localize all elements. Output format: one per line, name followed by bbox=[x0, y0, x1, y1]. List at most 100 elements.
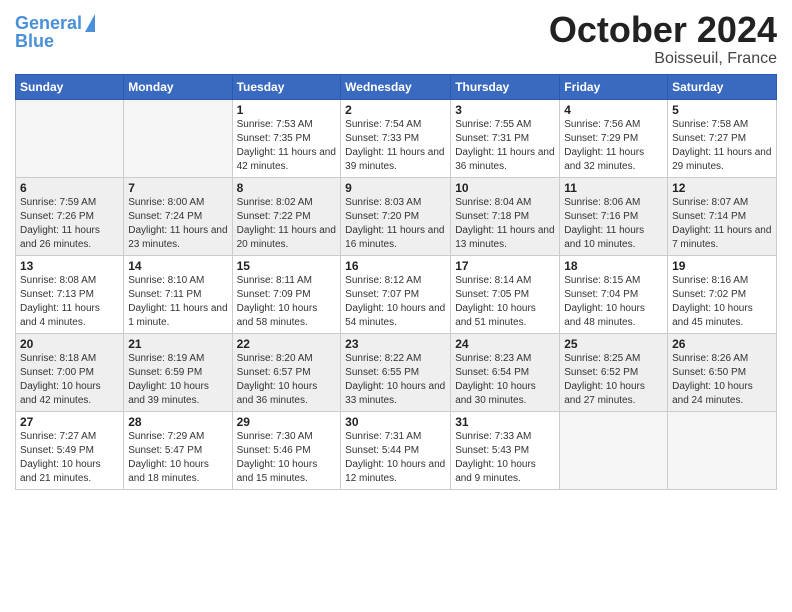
day-number: 19 bbox=[672, 259, 772, 273]
calendar-cell: 12Sunrise: 8:07 AM Sunset: 7:14 PM Dayli… bbox=[668, 177, 777, 255]
calendar-week-row: 1Sunrise: 7:53 AM Sunset: 7:35 PM Daylig… bbox=[16, 99, 777, 177]
col-header-saturday: Saturday bbox=[668, 74, 777, 99]
day-number: 8 bbox=[237, 181, 337, 195]
day-info: Sunrise: 8:14 AM Sunset: 7:05 PM Dayligh… bbox=[455, 274, 555, 330]
day-info: Sunrise: 7:54 AM Sunset: 7:33 PM Dayligh… bbox=[345, 118, 446, 174]
day-info: Sunrise: 8:15 AM Sunset: 7:04 PM Dayligh… bbox=[564, 274, 663, 330]
day-number: 23 bbox=[345, 337, 446, 351]
calendar-cell: 3Sunrise: 7:55 AM Sunset: 7:31 PM Daylig… bbox=[451, 99, 560, 177]
day-info: Sunrise: 8:02 AM Sunset: 7:22 PM Dayligh… bbox=[237, 196, 337, 252]
calendar-cell bbox=[124, 99, 232, 177]
day-number: 31 bbox=[455, 415, 555, 429]
day-number: 15 bbox=[237, 259, 337, 273]
day-info: Sunrise: 7:33 AM Sunset: 5:43 PM Dayligh… bbox=[455, 430, 555, 486]
calendar-cell: 7Sunrise: 8:00 AM Sunset: 7:24 PM Daylig… bbox=[124, 177, 232, 255]
day-info: Sunrise: 7:53 AM Sunset: 7:35 PM Dayligh… bbox=[237, 118, 337, 174]
calendar-cell: 31Sunrise: 7:33 AM Sunset: 5:43 PM Dayli… bbox=[451, 411, 560, 489]
day-number: 18 bbox=[564, 259, 663, 273]
calendar-cell bbox=[16, 99, 124, 177]
header: General Blue October 2024 Boisseuil, Fra… bbox=[15, 10, 777, 68]
calendar-cell: 13Sunrise: 8:08 AM Sunset: 7:13 PM Dayli… bbox=[16, 255, 124, 333]
calendar-cell: 5Sunrise: 7:58 AM Sunset: 7:27 PM Daylig… bbox=[668, 99, 777, 177]
day-number: 21 bbox=[128, 337, 227, 351]
col-header-monday: Monday bbox=[124, 74, 232, 99]
day-info: Sunrise: 8:00 AM Sunset: 7:24 PM Dayligh… bbox=[128, 196, 227, 252]
day-info: Sunrise: 8:23 AM Sunset: 6:54 PM Dayligh… bbox=[455, 352, 555, 408]
logo: General Blue bbox=[15, 14, 95, 50]
day-info: Sunrise: 7:55 AM Sunset: 7:31 PM Dayligh… bbox=[455, 118, 555, 174]
calendar-cell: 16Sunrise: 8:12 AM Sunset: 7:07 PM Dayli… bbox=[341, 255, 451, 333]
day-info: Sunrise: 8:03 AM Sunset: 7:20 PM Dayligh… bbox=[345, 196, 446, 252]
day-info: Sunrise: 8:20 AM Sunset: 6:57 PM Dayligh… bbox=[237, 352, 337, 408]
day-info: Sunrise: 8:12 AM Sunset: 7:07 PM Dayligh… bbox=[345, 274, 446, 330]
calendar-cell: 15Sunrise: 8:11 AM Sunset: 7:09 PM Dayli… bbox=[232, 255, 341, 333]
day-number: 30 bbox=[345, 415, 446, 429]
col-header-wednesday: Wednesday bbox=[341, 74, 451, 99]
day-info: Sunrise: 8:25 AM Sunset: 6:52 PM Dayligh… bbox=[564, 352, 663, 408]
day-number: 28 bbox=[128, 415, 227, 429]
day-number: 12 bbox=[672, 181, 772, 195]
calendar-cell: 26Sunrise: 8:26 AM Sunset: 6:50 PM Dayli… bbox=[668, 333, 777, 411]
calendar: SundayMondayTuesdayWednesdayThursdayFrid… bbox=[15, 74, 777, 490]
calendar-cell: 29Sunrise: 7:30 AM Sunset: 5:46 PM Dayli… bbox=[232, 411, 341, 489]
logo-blue: Blue bbox=[15, 32, 95, 50]
calendar-cell: 14Sunrise: 8:10 AM Sunset: 7:11 PM Dayli… bbox=[124, 255, 232, 333]
day-info: Sunrise: 8:26 AM Sunset: 6:50 PM Dayligh… bbox=[672, 352, 772, 408]
day-info: Sunrise: 8:16 AM Sunset: 7:02 PM Dayligh… bbox=[672, 274, 772, 330]
day-info: Sunrise: 8:22 AM Sunset: 6:55 PM Dayligh… bbox=[345, 352, 446, 408]
calendar-cell: 8Sunrise: 8:02 AM Sunset: 7:22 PM Daylig… bbox=[232, 177, 341, 255]
day-number: 1 bbox=[237, 103, 337, 117]
day-info: Sunrise: 7:56 AM Sunset: 7:29 PM Dayligh… bbox=[564, 118, 663, 174]
day-info: Sunrise: 8:18 AM Sunset: 7:00 PM Dayligh… bbox=[20, 352, 119, 408]
day-info: Sunrise: 7:59 AM Sunset: 7:26 PM Dayligh… bbox=[20, 196, 119, 252]
title-block: October 2024 Boisseuil, France bbox=[549, 10, 777, 68]
day-number: 14 bbox=[128, 259, 227, 273]
day-info: Sunrise: 8:07 AM Sunset: 7:14 PM Dayligh… bbox=[672, 196, 772, 252]
day-number: 29 bbox=[237, 415, 337, 429]
calendar-cell: 1Sunrise: 7:53 AM Sunset: 7:35 PM Daylig… bbox=[232, 99, 341, 177]
day-number: 20 bbox=[20, 337, 119, 351]
calendar-week-row: 6Sunrise: 7:59 AM Sunset: 7:26 PM Daylig… bbox=[16, 177, 777, 255]
calendar-cell: 21Sunrise: 8:19 AM Sunset: 6:59 PM Dayli… bbox=[124, 333, 232, 411]
day-number: 10 bbox=[455, 181, 555, 195]
day-number: 17 bbox=[455, 259, 555, 273]
day-number: 27 bbox=[20, 415, 119, 429]
day-info: Sunrise: 7:30 AM Sunset: 5:46 PM Dayligh… bbox=[237, 430, 337, 486]
day-info: Sunrise: 8:11 AM Sunset: 7:09 PM Dayligh… bbox=[237, 274, 337, 330]
logo-general: General bbox=[15, 13, 82, 33]
day-info: Sunrise: 7:29 AM Sunset: 5:47 PM Dayligh… bbox=[128, 430, 227, 486]
day-number: 3 bbox=[455, 103, 555, 117]
col-header-friday: Friday bbox=[560, 74, 668, 99]
calendar-cell: 25Sunrise: 8:25 AM Sunset: 6:52 PM Dayli… bbox=[560, 333, 668, 411]
calendar-cell: 20Sunrise: 8:18 AM Sunset: 7:00 PM Dayli… bbox=[16, 333, 124, 411]
col-header-tuesday: Tuesday bbox=[232, 74, 341, 99]
day-info: Sunrise: 8:04 AM Sunset: 7:18 PM Dayligh… bbox=[455, 196, 555, 252]
calendar-cell: 2Sunrise: 7:54 AM Sunset: 7:33 PM Daylig… bbox=[341, 99, 451, 177]
day-number: 4 bbox=[564, 103, 663, 117]
day-number: 25 bbox=[564, 337, 663, 351]
day-info: Sunrise: 7:27 AM Sunset: 5:49 PM Dayligh… bbox=[20, 430, 119, 486]
calendar-cell: 11Sunrise: 8:06 AM Sunset: 7:16 PM Dayli… bbox=[560, 177, 668, 255]
logo-triangle-icon bbox=[85, 14, 95, 32]
day-info: Sunrise: 8:19 AM Sunset: 6:59 PM Dayligh… bbox=[128, 352, 227, 408]
day-number: 5 bbox=[672, 103, 772, 117]
logo-text: General bbox=[15, 14, 82, 32]
calendar-week-row: 20Sunrise: 8:18 AM Sunset: 7:00 PM Dayli… bbox=[16, 333, 777, 411]
day-info: Sunrise: 8:10 AM Sunset: 7:11 PM Dayligh… bbox=[128, 274, 227, 330]
location: Boisseuil, France bbox=[549, 50, 777, 68]
calendar-cell: 4Sunrise: 7:56 AM Sunset: 7:29 PM Daylig… bbox=[560, 99, 668, 177]
col-header-thursday: Thursday bbox=[451, 74, 560, 99]
calendar-cell bbox=[560, 411, 668, 489]
calendar-week-row: 27Sunrise: 7:27 AM Sunset: 5:49 PM Dayli… bbox=[16, 411, 777, 489]
calendar-cell: 30Sunrise: 7:31 AM Sunset: 5:44 PM Dayli… bbox=[341, 411, 451, 489]
calendar-cell bbox=[668, 411, 777, 489]
calendar-cell: 22Sunrise: 8:20 AM Sunset: 6:57 PM Dayli… bbox=[232, 333, 341, 411]
calendar-cell: 9Sunrise: 8:03 AM Sunset: 7:20 PM Daylig… bbox=[341, 177, 451, 255]
calendar-week-row: 13Sunrise: 8:08 AM Sunset: 7:13 PM Dayli… bbox=[16, 255, 777, 333]
col-header-sunday: Sunday bbox=[16, 74, 124, 99]
calendar-cell: 18Sunrise: 8:15 AM Sunset: 7:04 PM Dayli… bbox=[560, 255, 668, 333]
page: General Blue October 2024 Boisseuil, Fra… bbox=[0, 0, 792, 612]
day-number: 2 bbox=[345, 103, 446, 117]
day-number: 7 bbox=[128, 181, 227, 195]
calendar-cell: 23Sunrise: 8:22 AM Sunset: 6:55 PM Dayli… bbox=[341, 333, 451, 411]
